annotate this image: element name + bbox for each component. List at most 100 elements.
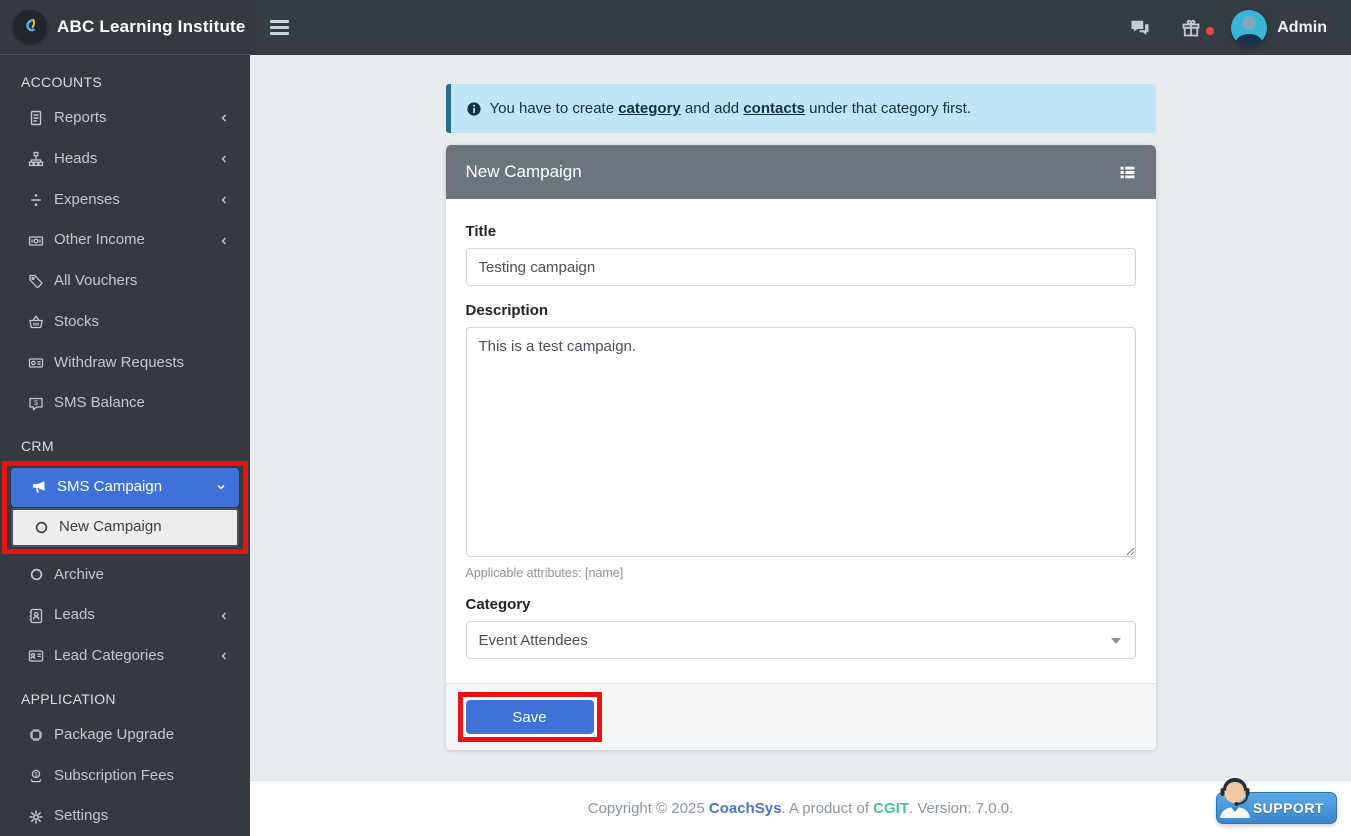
cgit-link[interactable]: CGIT [873,800,909,817]
contacts-link[interactable]: contacts [743,100,805,117]
chevron-left-icon [218,194,230,206]
category-select[interactable]: Event Attendees [466,621,1136,659]
coachsys-link[interactable]: CoachSys [709,800,782,817]
chat-messages-button[interactable] [1129,18,1151,38]
sidebar-item-label: Package Upgrade [54,726,174,745]
bullhorn-icon [30,478,48,496]
caret-down-icon [1111,638,1121,644]
sidebar-item-label: Archive [54,566,104,585]
sidebar-item-heads[interactable]: Heads [8,140,242,179]
dollar-badge-icon: $ [27,767,45,785]
chevron-left-icon [218,610,230,622]
gift-icon [1181,18,1201,38]
card-header: New Campaign [446,145,1156,199]
tags-icon [27,272,45,290]
alert-text-segment: and add [681,100,744,117]
sidebar-item-label: Settings [54,807,108,826]
sidebar-item-lead-categories[interactable]: Lead Categories [8,637,242,676]
chevron-left-icon [218,235,230,247]
new-campaign-card: New Campaign Title Description This is a… [446,145,1156,750]
sidebar-item-sms-campaign[interactable]: SMS Campaign [11,468,239,507]
chevron-left-icon [218,650,230,662]
sidebar-item-label: Other Income [54,231,145,250]
circle-icon [32,518,50,536]
sidebar-item-label: Lead Categories [54,647,164,666]
sidebar-item-expenses[interactable]: Expenses [8,181,242,220]
sidebar-item-reports[interactable]: Reports [8,99,242,138]
sidebar-item-archive[interactable]: Archive [8,556,242,595]
annotation-red-box-save: Save [458,692,602,742]
top-navbar: ABC Learning Institute [0,0,1351,55]
sidebar-item-label: SMS Campaign [57,478,162,497]
money-check-icon [27,354,45,372]
sidebar-item-new-campaign[interactable]: New Campaign [11,508,239,547]
sidebar-item-all-vouchers[interactable]: All Vouchers [8,262,242,301]
sidebar-item-leads[interactable]: Leads [8,596,242,635]
sidebar-item-label: Heads [54,150,97,169]
sidebar: ACCOUNTS Reports Heads Expenses Other In… [0,55,250,836]
sitemap-icon [27,150,45,168]
sidebar-item-label: Reports [54,109,107,128]
info-circle-icon [466,101,482,117]
chevron-left-icon [218,153,230,165]
description-label: Description [466,302,1136,319]
title-input[interactable] [466,248,1136,286]
chevron-down-icon [215,481,227,493]
hamburger-icon [270,17,289,39]
footer-text-segment: . A product of [781,800,873,817]
circle-icon [27,566,45,584]
sidebar-item-stocks[interactable]: Stocks [8,303,242,342]
page-footer: Copyright © 2025 CoachSys. A product of … [250,780,1351,836]
sidebar-item-label: Stocks [54,313,99,332]
section-header-application: APPLICATION [0,678,250,714]
sidebar-item-label: SMS Balance [54,394,145,413]
brand[interactable]: ABC Learning Institute [0,0,250,55]
alert-text-segment: under that category first. [805,100,971,117]
sidebar-item-label: Expenses [54,191,120,210]
comments-icon [1129,18,1151,38]
user-menu-button[interactable]: Admin [1231,10,1327,46]
support-agent-icon [1214,774,1256,820]
footer-text-segment: Copyright © 2025 [588,800,709,817]
sidebar-item-label: All Vouchers [54,272,137,291]
main-wrapper: You have to create category and add cont… [250,0,1351,836]
sidebar-item-other-income[interactable]: Other Income [8,221,242,260]
title-label: Title [466,223,1136,240]
basket-icon [27,313,45,331]
alert-text: You have to create category and add cont… [490,100,971,117]
sidebar-item-sms-balance[interactable]: $ SMS Balance [8,384,242,423]
comment-dollar-icon: $ [27,395,45,413]
svg-text:$: $ [34,400,38,407]
save-button[interactable]: Save [466,700,594,734]
sidebar-item-withdraw-requests[interactable]: Withdraw Requests [8,344,242,383]
brand-title: ABC Learning Institute [57,17,246,37]
section-header-accounts: ACCOUNTS [0,61,250,97]
category-selected-value: Event Attendees [479,632,588,649]
microchip-icon [27,726,45,744]
category-link[interactable]: category [618,100,681,117]
sidebar-item-label: New Campaign [59,518,162,537]
alert-text-segment: You have to create [490,100,619,117]
sidebar-item-subscription-fees[interactable]: $ Subscription Fees [8,757,242,796]
money-bill-icon [27,232,45,250]
sidebar-item-package-upgrade[interactable]: Package Upgrade [8,716,242,755]
sidebar-item-settings[interactable]: Settings [8,797,242,836]
card-body: Title Description This is a test campaig… [446,199,1156,683]
gift-notifications-button[interactable] [1181,18,1201,38]
app-logo-icon [13,10,47,44]
description-textarea[interactable]: This is a test campaign. [466,327,1136,557]
sidebar-item-label: Withdraw Requests [54,354,184,373]
copyright-text: Copyright © 2025 CoachSys. A product of … [588,800,1013,817]
category-label: Category [466,596,1136,613]
card-title: New Campaign [466,162,582,182]
user-name: Admin [1277,19,1327,37]
support-widget[interactable]: SUPPORT [1216,792,1337,824]
sidebar-toggle-button[interactable] [250,0,309,55]
chevron-left-icon [218,112,230,124]
attributes-hint: Applicable attributes: [name] [466,566,1136,580]
file-invoice-icon [27,109,45,127]
section-header-crm: CRM [0,425,250,461]
address-card-icon [27,647,45,665]
address-book-icon [27,607,45,625]
list-icon[interactable] [1119,164,1136,181]
